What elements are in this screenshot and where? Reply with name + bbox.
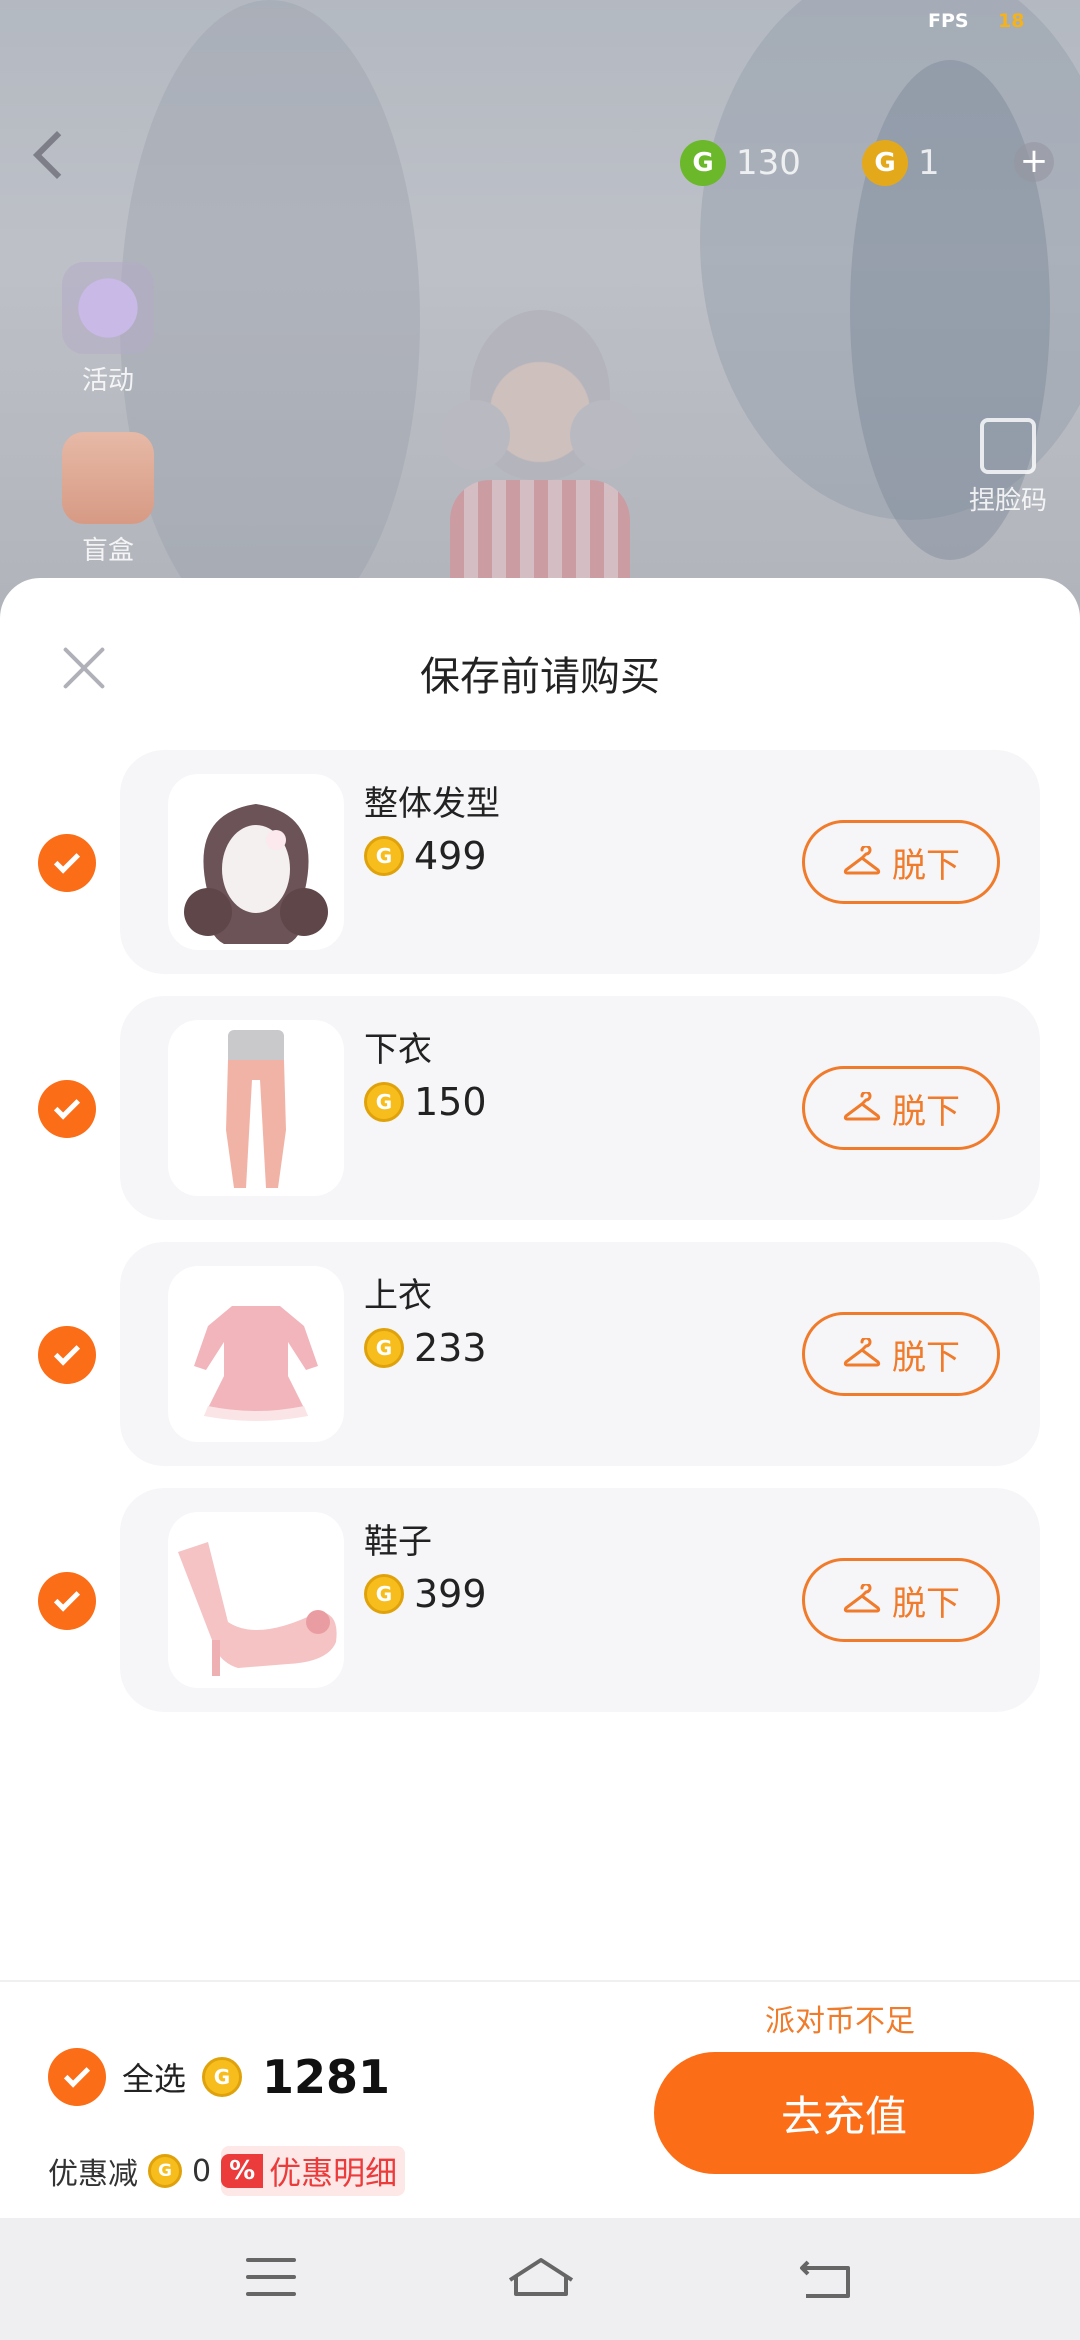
- green-currency-value: 130: [736, 143, 801, 183]
- list-item: 上衣 G 233 脱下: [0, 1242, 1080, 1466]
- take-off-button[interactable]: 脱下: [802, 1066, 1000, 1150]
- item-card: 整体发型 G 499 脱下: [120, 750, 1040, 974]
- item-card: 下衣 G 150 脱下: [120, 996, 1040, 1220]
- hair-thumbnail: [168, 774, 344, 950]
- item-price-value: 233: [414, 1326, 487, 1370]
- insufficient-coins-warning: 派对币不足: [765, 2004, 915, 2039]
- item-name: 整体发型: [364, 784, 500, 824]
- item-price: G 150: [364, 1080, 487, 1124]
- take-off-button[interactable]: 脱下: [802, 820, 1000, 904]
- list-item: 下衣 G 150 脱下: [0, 996, 1080, 1220]
- item-price-value: 499: [414, 834, 487, 878]
- side-menu-events[interactable]: 活动: [48, 262, 168, 397]
- total-price: 1281: [262, 2050, 391, 2104]
- checkout-footer: 派对币不足 全选 G 1281 优惠减 G 0 % 优惠明细 去充值: [0, 1980, 1080, 2218]
- gold-currency-value: 1: [918, 143, 940, 183]
- hanger-icon: [843, 846, 881, 875]
- face-code-label: 捏脸码: [968, 486, 1047, 516]
- hanger-icon: [843, 1338, 881, 1367]
- gold-coin-icon: G: [862, 140, 908, 186]
- coin-icon: G: [364, 1574, 404, 1614]
- purchase-sheet: 保存前请购买 整体发型 G 499 脱下 下衣 G 150 脱下 上衣 G 23…: [0, 578, 1080, 2218]
- item-price: G 233: [364, 1326, 487, 1370]
- item-checkbox[interactable]: [38, 834, 96, 892]
- take-off-button[interactable]: 脱下: [802, 1312, 1000, 1396]
- recharge-button[interactable]: 去充值: [654, 2052, 1034, 2174]
- item-price-value: 399: [414, 1572, 487, 1616]
- sheet-title: 保存前请购买: [420, 654, 660, 700]
- coin-icon: G: [364, 836, 404, 876]
- home-icon[interactable]: [506, 2254, 576, 2304]
- side-menu-blindbox[interactable]: 盲盒: [48, 432, 168, 567]
- blindbox-label: 盲盒: [81, 536, 134, 566]
- item-checkbox[interactable]: [38, 1080, 96, 1138]
- side-menu-face-code[interactable]: 捏脸码: [948, 418, 1068, 517]
- discount-detail-link[interactable]: % 优惠明细: [221, 2146, 406, 2196]
- select-all-label: 全选: [122, 2060, 187, 2098]
- menu-icon[interactable]: [246, 2258, 306, 2308]
- coin-icon: G: [364, 1328, 404, 1368]
- coin-icon: G: [202, 2057, 243, 2097]
- discount-row: 优惠减 G 0 % 优惠明细: [48, 2146, 406, 2196]
- green-coin-icon: G: [680, 140, 726, 186]
- item-price-value: 150: [414, 1080, 487, 1124]
- item-checkbox[interactable]: [38, 1326, 96, 1384]
- coin-icon: G: [364, 1082, 404, 1122]
- discount-detail-label: 优惠明细: [269, 2154, 398, 2192]
- list-item: 整体发型 G 499 脱下: [0, 750, 1080, 974]
- edit-icon: [980, 418, 1036, 474]
- list-item: 鞋子 G 399 脱下: [0, 1488, 1080, 1712]
- fps-label: FPS: [928, 10, 969, 32]
- coin-icon: G: [148, 2154, 182, 2188]
- system-nav-bar: [0, 2218, 1080, 2340]
- select-all-checkbox[interactable]: [48, 2048, 106, 2106]
- events-label: 活动: [81, 366, 134, 396]
- item-price: G 399: [364, 1572, 487, 1616]
- item-name: 上衣: [364, 1276, 432, 1316]
- item-card: 上衣 G 233 脱下: [120, 1242, 1040, 1466]
- top-thumbnail: [168, 1266, 344, 1442]
- fps-value: 18: [998, 10, 1025, 32]
- hanger-icon: [843, 1584, 881, 1613]
- star-icon: [62, 262, 154, 354]
- shoes-thumbnail: [168, 1512, 344, 1688]
- hanger-icon: [843, 1092, 881, 1121]
- take-off-label: 脱下: [892, 1583, 960, 1624]
- item-card: 鞋子 G 399 脱下: [120, 1488, 1040, 1712]
- add-currency-button[interactable]: +: [1014, 142, 1054, 182]
- take-off-label: 脱下: [892, 1337, 960, 1378]
- green-currency: G 130: [680, 138, 801, 188]
- item-price: G 499: [364, 834, 487, 878]
- percent-icon: %: [221, 2154, 264, 2188]
- item-checkbox[interactable]: [38, 1572, 96, 1630]
- item-name: 下衣: [364, 1030, 432, 1070]
- take-off-label: 脱下: [892, 845, 960, 886]
- game-scene-background: FPS 18 G 130 G 1 + 活动 盲盒 捏脸码: [0, 0, 1080, 640]
- discount-label: 优惠减: [48, 2157, 138, 2192]
- take-off-label: 脱下: [892, 1091, 960, 1132]
- back-nav-icon[interactable]: [796, 2254, 856, 2304]
- take-off-button[interactable]: 脱下: [802, 1558, 1000, 1642]
- gift-box-icon: [62, 432, 154, 524]
- gold-currency: G 1: [862, 138, 940, 188]
- item-name: 鞋子: [364, 1522, 432, 1562]
- select-all[interactable]: 全选 G 1281: [48, 2048, 390, 2106]
- bottoms-thumbnail: [168, 1020, 344, 1196]
- discount-value: 0: [192, 2153, 212, 2189]
